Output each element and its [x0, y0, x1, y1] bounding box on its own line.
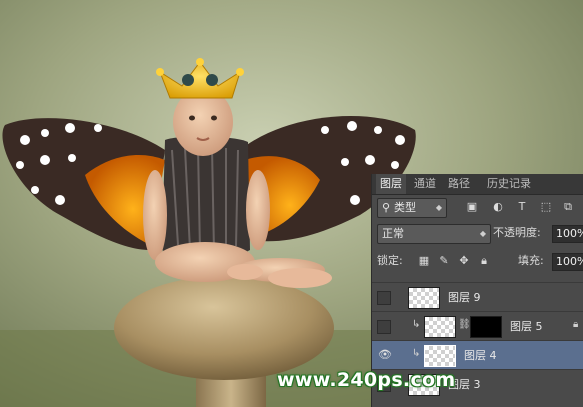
watermark: www.240ps.com	[277, 369, 456, 391]
panel-tab-bar: 图层 通道 路径 历史记录	[372, 174, 583, 195]
fill-label: 填充:	[518, 254, 544, 267]
tab-channels[interactable]: 通道	[410, 174, 440, 194]
chevron-down-icon: ◆	[435, 203, 442, 212]
clip-arrow-icon: ↳	[412, 319, 421, 330]
filter-kind-label: 类型	[394, 201, 416, 214]
opacity-label: 不透明度:	[493, 226, 541, 239]
lock-transparent-icon[interactable]: ▦	[416, 253, 432, 269]
image-filter-icon[interactable]: ▣	[464, 199, 480, 215]
layer-row-4[interactable]: 👁︎ ↳ 图层 4	[372, 340, 583, 369]
text-filter-icon[interactable]: T	[514, 199, 530, 215]
layer-row-9[interactable]: 图层 9	[372, 282, 583, 311]
layer-name: 图层 9	[448, 291, 481, 304]
lock-label: 锁定:	[377, 254, 403, 267]
chain-icon[interactable]: ⛓	[458, 319, 471, 330]
layer-thumbnail	[424, 345, 456, 367]
lock-all-icon[interactable]: 🔒︎	[476, 253, 492, 269]
layer-lock-icon: 🔒︎	[573, 319, 579, 330]
lock-paint-icon[interactable]: ✎	[436, 253, 452, 269]
visibility-toggle[interactable]	[377, 291, 391, 305]
layer-thumbnail	[408, 287, 440, 309]
tab-history[interactable]: 历史记录	[480, 174, 538, 194]
blend-row: 正常 ◆ 不透明度: 100%	[372, 222, 583, 244]
chevron-down-icon: ◆	[479, 229, 486, 238]
tab-layers[interactable]: 图层	[376, 174, 406, 194]
layer-name: 图层 4	[464, 349, 497, 362]
lock-move-icon[interactable]: ✥	[456, 253, 472, 269]
lock-row: 锁定: ▦ ✎ ✥ 🔒︎ 填充: 100%	[372, 250, 583, 272]
smart-object-filter-icon[interactable]: ⧉	[560, 199, 576, 215]
blend-mode-value: 正常	[382, 227, 404, 240]
visibility-toggle[interactable]	[377, 320, 391, 334]
eye-icon[interactable]: 👁︎	[378, 348, 392, 361]
shape-filter-icon[interactable]: ⬚	[538, 199, 554, 215]
clip-arrow-icon: ↳	[412, 348, 421, 359]
filter-kind-select[interactable]: ⚲ 类型 ◆	[377, 198, 447, 218]
layer-mask-thumbnail[interactable]	[470, 316, 502, 338]
layer-row-5[interactable]: ↳ ⛓ 图层 5 🔒︎	[372, 311, 583, 340]
blend-mode-select[interactable]: 正常 ◆	[377, 224, 491, 244]
mushroom-cap	[114, 276, 334, 380]
layer-name: 图层 5	[510, 320, 543, 333]
layer-thumbnail	[424, 316, 456, 338]
fill-field[interactable]: 100%	[552, 253, 583, 271]
circle-filter-icon[interactable]: ◐	[490, 199, 506, 215]
tab-paths[interactable]: 路径	[444, 174, 474, 194]
opacity-field[interactable]: 100%	[552, 225, 583, 243]
search-icon: ⚲	[382, 201, 391, 214]
filter-row: ⚲ 类型 ◆ ▣ ◐ T ⬚ ⧉	[372, 196, 583, 218]
